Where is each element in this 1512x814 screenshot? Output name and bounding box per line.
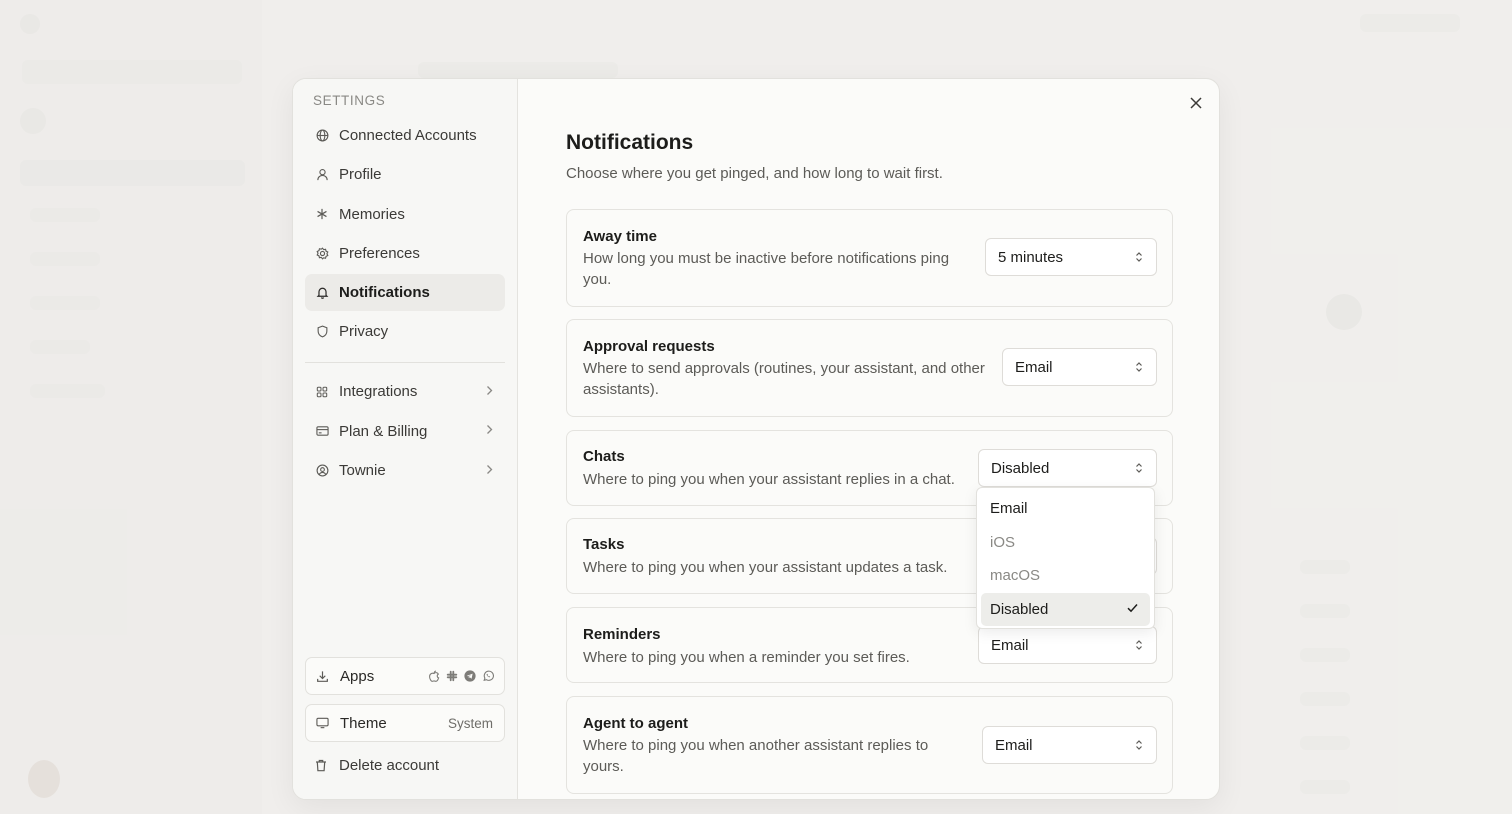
option-label: iOS xyxy=(990,533,1016,551)
select-value: 5 minutes xyxy=(998,248,1064,266)
option-label: Disabled xyxy=(990,600,1049,618)
chevron-right-icon xyxy=(486,385,493,399)
setting-agent-to-agent: Agent to agent Where to ping you when an… xyxy=(566,696,1173,794)
dropdown-option-macos[interactable]: macOS xyxy=(981,559,1150,593)
theme-label: Theme xyxy=(340,714,387,732)
shield-icon xyxy=(315,325,329,339)
chevron-up-down-icon xyxy=(1136,362,1142,372)
nav-divider xyxy=(305,362,505,364)
delete-account-button[interactable]: Delete account xyxy=(305,747,505,783)
nav-item-memories[interactable]: Memories xyxy=(305,196,505,233)
nav-item-profile[interactable]: Profile xyxy=(305,156,505,193)
select-value: Disabled xyxy=(991,459,1050,477)
setting-title: Approval requests xyxy=(583,338,715,355)
chevron-up-down-icon xyxy=(1136,252,1142,262)
chevron-right-icon xyxy=(486,464,493,478)
page-title: Notifications xyxy=(566,131,694,154)
setting-away-time: Away time How long you must be inactive … xyxy=(566,209,1173,307)
chevron-up-down-icon xyxy=(1136,740,1142,750)
nav-item-townie[interactable]: Townie xyxy=(305,452,505,489)
delete-account-label: Delete account xyxy=(339,756,440,774)
checkmark-icon xyxy=(1127,603,1138,612)
nav-item-label: Memories xyxy=(339,205,405,223)
setting-title: Away time xyxy=(583,228,657,245)
setting-description: Where to ping you when another assistant… xyxy=(583,737,929,775)
theme-value: System xyxy=(447,715,493,731)
grid-icon xyxy=(315,385,329,399)
setting-title: Reminders xyxy=(583,626,661,643)
theme-button[interactable]: Theme System xyxy=(305,704,505,742)
settings-heading: SETTINGS xyxy=(313,93,386,108)
settings-bottom-actions: Apps Theme System Delete account xyxy=(305,657,505,783)
chevron-up-down-icon xyxy=(1136,463,1142,473)
setting-title: Agent to agent xyxy=(583,715,688,732)
nav-item-label: Integrations xyxy=(339,383,418,401)
reminders-select[interactable]: Email xyxy=(978,626,1157,664)
apps-button[interactable]: Apps xyxy=(305,657,505,695)
dropdown-option-disabled[interactable]: Disabled xyxy=(981,592,1150,626)
nav-item-label: Connected Accounts xyxy=(339,127,477,144)
setting-description: Where to ping you when your assistant re… xyxy=(583,471,955,488)
apple-icon xyxy=(427,669,440,683)
approval-requests-select[interactable]: Email xyxy=(1002,348,1157,386)
dropdown-option-ios[interactable]: iOS xyxy=(981,526,1150,560)
setting-description: Where to send approvals (routines, your … xyxy=(583,360,985,398)
close-button[interactable] xyxy=(1187,94,1205,112)
chats-dropdown-menu: Email iOS macOS Disabled xyxy=(976,487,1155,629)
nav-item-label: Townie xyxy=(339,462,386,480)
apps-label: Apps xyxy=(340,667,375,685)
nav-item-privacy[interactable]: Privacy xyxy=(305,313,505,350)
nav-item-label: Privacy xyxy=(339,323,389,341)
setting-description: How long you must be inactive before not… xyxy=(583,250,950,288)
slack-icon xyxy=(445,670,458,683)
setting-description: Where to ping you when your assistant up… xyxy=(583,559,948,576)
close-icon xyxy=(1190,97,1202,109)
download-icon xyxy=(316,669,330,683)
setting-title: Tasks xyxy=(583,536,625,553)
nav-item-label: Plan & Billing xyxy=(339,422,428,440)
settings-nav-list: Connected Accounts Profile Memories Pref… xyxy=(305,117,505,491)
user-circle-icon xyxy=(315,464,329,478)
option-label: Email xyxy=(990,500,1028,518)
nav-item-preferences[interactable]: Preferences xyxy=(305,235,505,272)
nav-item-plan-billing[interactable]: Plan & Billing xyxy=(305,413,505,450)
chats-select[interactable]: Disabled xyxy=(978,449,1157,487)
nav-item-integrations[interactable]: Integrations xyxy=(305,373,505,410)
app-platform-icons xyxy=(427,669,494,683)
setting-title: Chats xyxy=(583,448,625,465)
setting-approval-requests: Approval requests Where to send approval… xyxy=(566,319,1173,417)
select-value: Email xyxy=(991,636,1029,654)
option-label: macOS xyxy=(990,567,1041,585)
select-value: Email xyxy=(1015,358,1053,376)
settings-sidebar: SETTINGS Connected Accounts Profile Memo… xyxy=(293,79,518,799)
nav-item-connected-accounts[interactable]: Connected Accounts xyxy=(305,117,505,154)
nav-item-notifications[interactable]: Notifications xyxy=(305,274,505,312)
away-time-select[interactable]: 5 minutes xyxy=(985,238,1157,276)
monitor-icon xyxy=(316,716,330,730)
asterisk-icon xyxy=(315,207,329,221)
settings-modal: SETTINGS Connected Accounts Profile Memo… xyxy=(292,78,1220,800)
telegram-icon xyxy=(463,670,476,683)
dropdown-option-email[interactable]: Email xyxy=(981,492,1150,526)
chevron-right-icon xyxy=(486,424,493,438)
credit-card-icon xyxy=(315,424,329,438)
globe-icon xyxy=(315,129,329,143)
chevron-up-down-icon xyxy=(1136,640,1142,650)
bell-icon xyxy=(315,286,329,300)
nav-item-label: Preferences xyxy=(339,244,420,262)
nav-item-label: Notifications xyxy=(339,284,430,302)
agent-to-agent-select[interactable]: Email xyxy=(982,726,1157,764)
page-subtitle: Choose where you get pinged, and how lon… xyxy=(566,165,943,182)
setting-description: Where to ping you when a reminder you se… xyxy=(583,649,910,666)
user-icon xyxy=(315,168,329,182)
nav-item-label: Profile xyxy=(339,166,382,184)
whatsapp-icon xyxy=(481,670,494,683)
trash-icon xyxy=(315,758,329,772)
gear-icon xyxy=(315,246,329,260)
select-value: Email xyxy=(995,736,1033,754)
